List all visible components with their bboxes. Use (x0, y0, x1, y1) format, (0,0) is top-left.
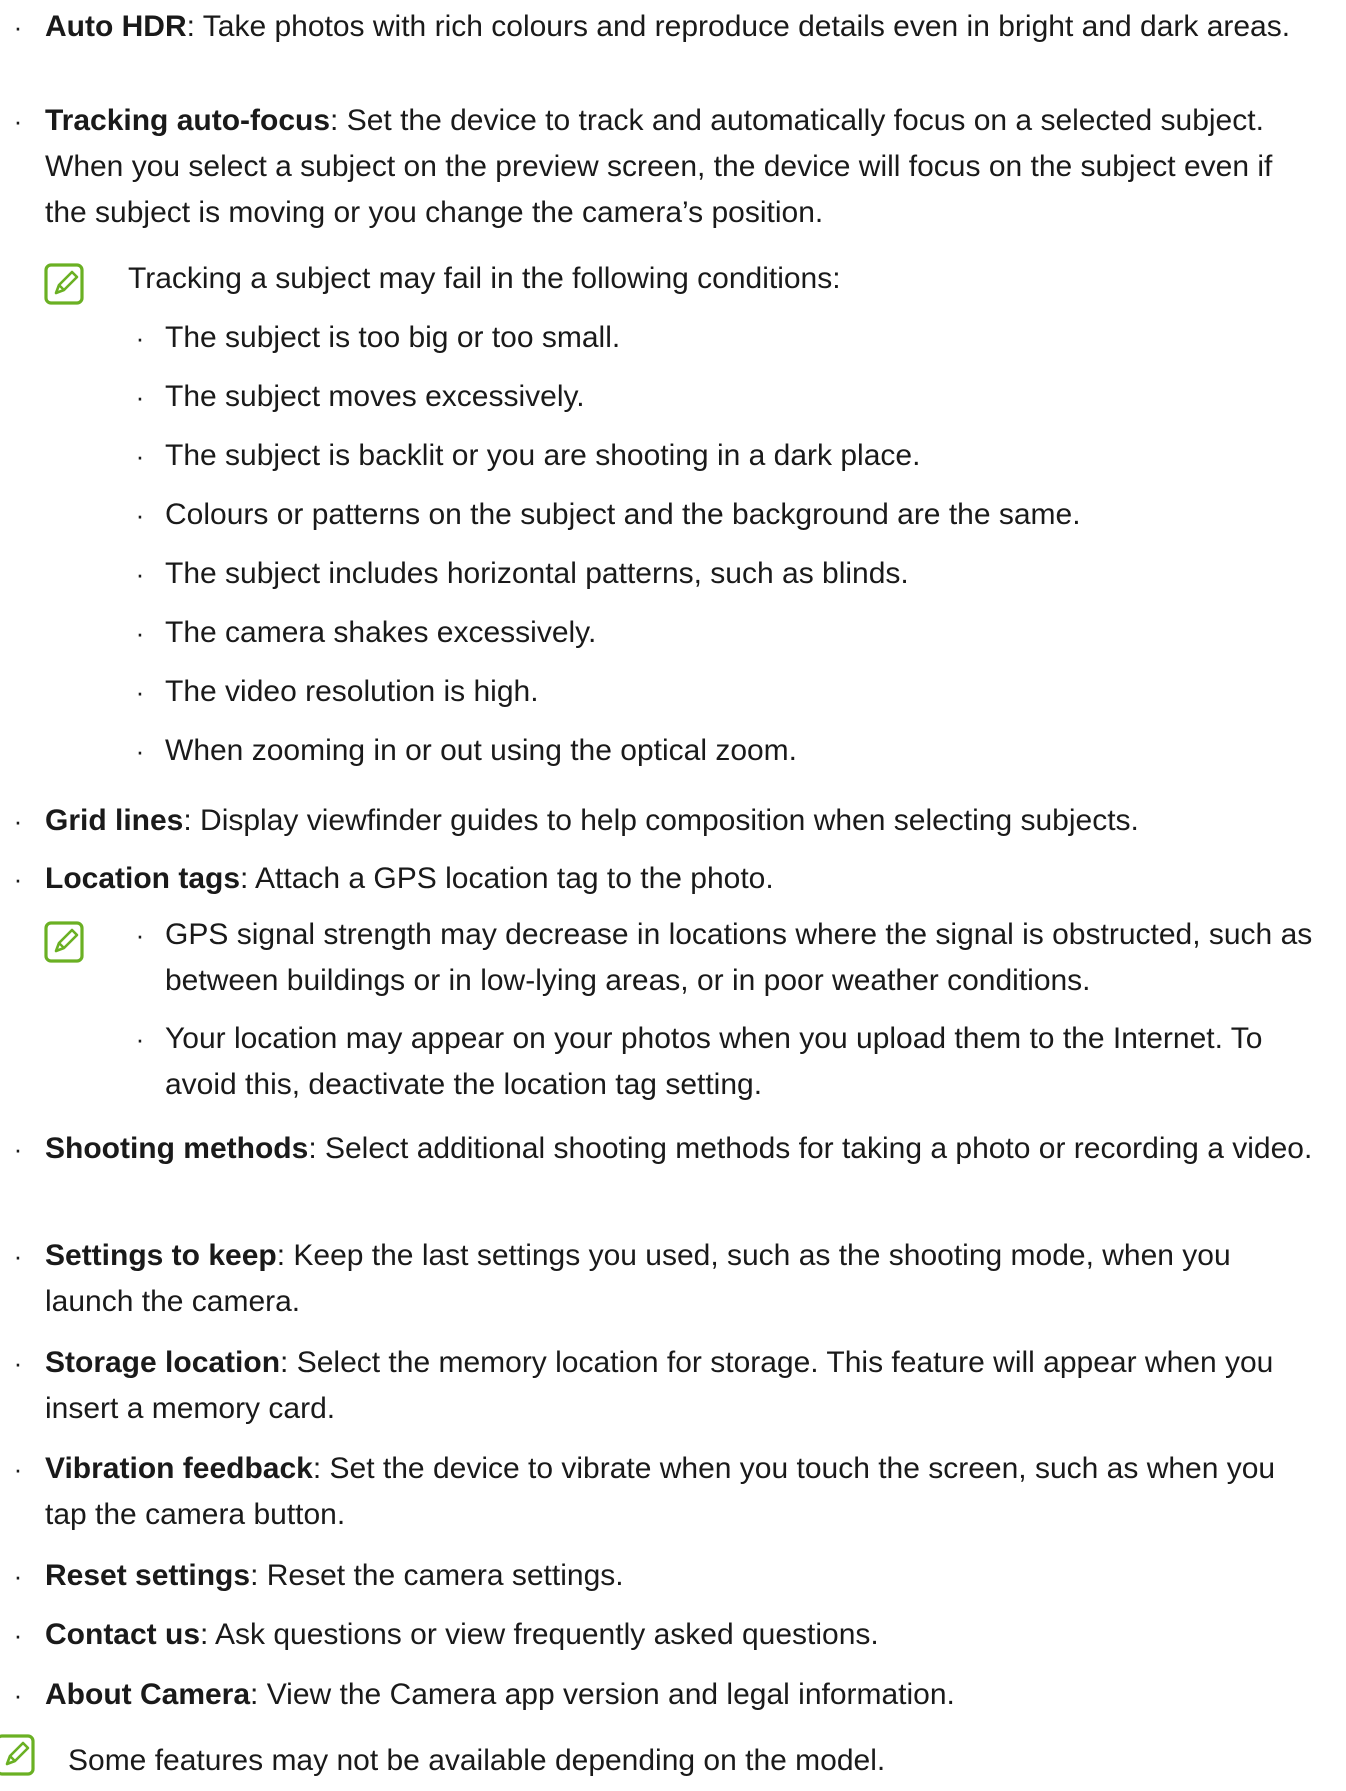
term-reset-settings: Reset settings (45, 1559, 251, 1592)
list-item-about-camera: · About Camera: View the Camera app vers… (14, 1672, 1315, 1718)
tracking-condition-text: The subject includes horizontal patterns… (165, 557, 909, 590)
bullet: · (135, 736, 145, 766)
term-vibration-feedback: Vibration feedback (45, 1452, 313, 1485)
bullet: · (13, 1134, 23, 1164)
list-item-reset-settings: · Reset settings: Reset the camera setti… (14, 1553, 1315, 1599)
tracking-condition: · The subject is too big or too small. (136, 315, 1315, 361)
term-tracking-auto-focus: Tracking auto-focus (45, 104, 331, 137)
list-item-grid-lines: · Grid lines: Display viewfinder guides … (14, 798, 1315, 844)
tracking-condition: · The camera shakes excessively. (136, 610, 1315, 656)
bullet: · (13, 1620, 23, 1650)
location-note-text: GPS signal strength may decrease in loca… (165, 918, 1313, 997)
tracking-condition-text: The camera shakes excessively. (165, 616, 597, 649)
tracking-note-intro: Tracking a subject may fail in the follo… (128, 262, 841, 295)
description-auto-hdr: Take photos with rich colours and reprod… (202, 10, 1291, 43)
tracking-condition-text: The subject is too big or too small. (165, 321, 621, 354)
bullet: · (135, 1024, 145, 1054)
list-item-shooting-methods: · Shooting methods: Select additional sh… (14, 1126, 1315, 1172)
bullet: · (13, 12, 23, 42)
list-item-contact-us: · Contact us: Ask questions or view freq… (14, 1612, 1315, 1658)
term-storage-location: Storage location (45, 1346, 281, 1379)
bullet: · (13, 864, 23, 894)
separator: : (330, 104, 347, 137)
separator: : (200, 1618, 216, 1651)
bullet: · (135, 441, 145, 471)
bullet: · (135, 500, 145, 530)
bullet: · (13, 1241, 23, 1271)
description-location-tags: Attach a GPS location tag to the photo. (255, 862, 774, 895)
note-icon (0, 1733, 38, 1777)
term-grid-lines: Grid lines (45, 804, 184, 837)
bullet: · (135, 618, 145, 648)
note-icon (43, 920, 87, 964)
separator: : (280, 1346, 297, 1379)
term-contact-us: Contact us (45, 1618, 201, 1651)
list-item-location-tags: · Location tags: Attach a GPS location t… (14, 856, 1315, 902)
term-location-tags: Location tags (45, 862, 241, 895)
tracking-condition-text: The subject moves excessively. (165, 380, 585, 413)
separator: : (240, 862, 256, 895)
bullet: · (135, 323, 145, 353)
separator: : (250, 1559, 267, 1592)
bullet: · (13, 1454, 23, 1484)
bullet: · (13, 806, 23, 836)
tracking-condition: · The subject is backlit or you are shoo… (136, 433, 1315, 479)
tracking-condition-text: The video resolution is high. (165, 675, 539, 708)
bullet: · (13, 106, 23, 136)
bullet: · (135, 920, 145, 950)
tracking-condition: · Colours or patterns on the subject and… (136, 492, 1315, 538)
bullet: · (135, 382, 145, 412)
footer-note: Some features may not be available depen… (68, 1744, 886, 1777)
location-note-text: Your location may appear on your photos … (165, 1022, 1263, 1101)
tracking-condition: · When zooming in or out using the optic… (136, 728, 1315, 774)
list-item-settings-to-keep: · Settings to keep: Keep the last settin… (14, 1233, 1315, 1325)
bullet: · (13, 1348, 23, 1378)
term-shooting-methods: Shooting methods (45, 1132, 309, 1165)
location-note-point: · GPS signal strength may decrease in lo… (136, 912, 1315, 1004)
term-about-camera: About Camera (45, 1678, 251, 1711)
document-page: · Auto HDR: Take photos with rich colour… (0, 0, 1346, 1791)
list-item-storage-location: · Storage location: Select the memory lo… (14, 1340, 1315, 1432)
bullet: · (13, 1680, 23, 1710)
tracking-condition-text: When zooming in or out using the optical… (165, 734, 798, 767)
separator: : (183, 804, 201, 837)
location-note-point: · Your location may appear on your photo… (136, 1016, 1315, 1108)
separator: : (250, 1678, 267, 1711)
bullet: · (135, 677, 145, 707)
tracking-condition-text: Colours or patterns on the subject and t… (165, 498, 1081, 531)
term-settings-to-keep: Settings to keep (45, 1239, 277, 1272)
description-shooting-methods: Select additional shooting methods for t… (324, 1132, 1313, 1165)
description-reset-settings: Reset the camera settings. (266, 1559, 624, 1592)
description-grid-lines: Display viewfinder guides to help compos… (200, 804, 1139, 837)
separator: : (308, 1132, 325, 1165)
bullet: · (135, 559, 145, 589)
description-about-camera: View the Camera app version and legal in… (266, 1678, 955, 1711)
tracking-condition: · The subject includes horizontal patter… (136, 551, 1315, 597)
bullet: · (13, 1561, 23, 1591)
list-item-tracking-auto-focus: · Tracking auto-focus: Set the device to… (14, 98, 1315, 236)
note-icon (43, 262, 87, 306)
tracking-condition: · The subject moves excessively. (136, 374, 1315, 420)
description-contact-us: Ask questions or view frequently asked q… (215, 1618, 879, 1651)
separator: : (276, 1239, 294, 1272)
separator: : (186, 10, 203, 43)
list-item-vibration-feedback: · Vibration feedback: Set the device to … (14, 1446, 1315, 1538)
tracking-condition-text: The subject is backlit or you are shooti… (165, 439, 921, 472)
list-item-auto-hdr: · Auto HDR: Take photos with rich colour… (14, 4, 1315, 50)
separator: : (312, 1452, 330, 1485)
tracking-condition: · The video resolution is high. (136, 669, 1315, 715)
term-auto-hdr: Auto HDR (45, 10, 187, 43)
